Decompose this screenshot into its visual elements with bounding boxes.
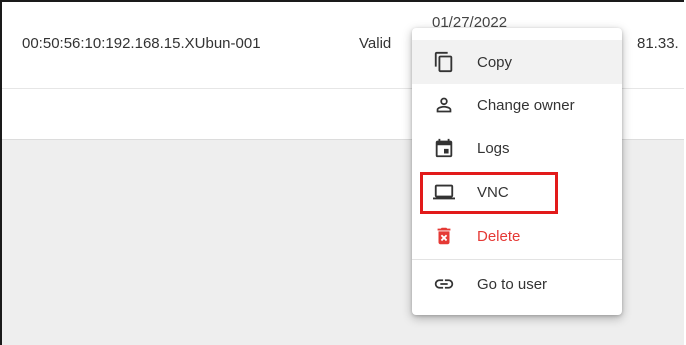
copy-icon [432, 50, 456, 74]
menu-item-change-owner[interactable]: Change owner [412, 83, 622, 127]
calendar-icon [432, 136, 456, 160]
person-icon [432, 93, 456, 117]
menu-item-label: Logs [477, 139, 510, 157]
menu-item-go-to-user[interactable]: Go to user [412, 262, 622, 306]
menu-item-label: Copy [477, 53, 513, 71]
ip-cell: 81.33. [637, 35, 679, 52]
menu-item-label: VNC [477, 183, 509, 201]
menu-divider [412, 259, 622, 260]
link-icon [432, 272, 456, 296]
status-cell: Valid [359, 35, 392, 52]
menu-item-delete[interactable]: Delete [412, 214, 622, 258]
menu-item-copy[interactable]: Copy [412, 40, 622, 84]
laptop-icon [432, 180, 456, 204]
menu-item-label: Go to user [477, 275, 548, 293]
menu-item-label: Delete [477, 227, 521, 245]
delete-icon [432, 224, 456, 248]
app-frame: 00:50:56:10:192.168.15.XUbun-001 Valid 0… [0, 0, 684, 345]
menu-item-vnc[interactable]: VNC [412, 170, 622, 214]
menu-item-logs[interactable]: Logs [412, 126, 622, 170]
menu-item-label: Change owner [477, 96, 575, 114]
mac-name-cell: 00:50:56:10:192.168.15.XUbun-001 [22, 35, 261, 52]
context-menu: Copy Change owner Logs VNC Delete Go to … [412, 28, 622, 315]
